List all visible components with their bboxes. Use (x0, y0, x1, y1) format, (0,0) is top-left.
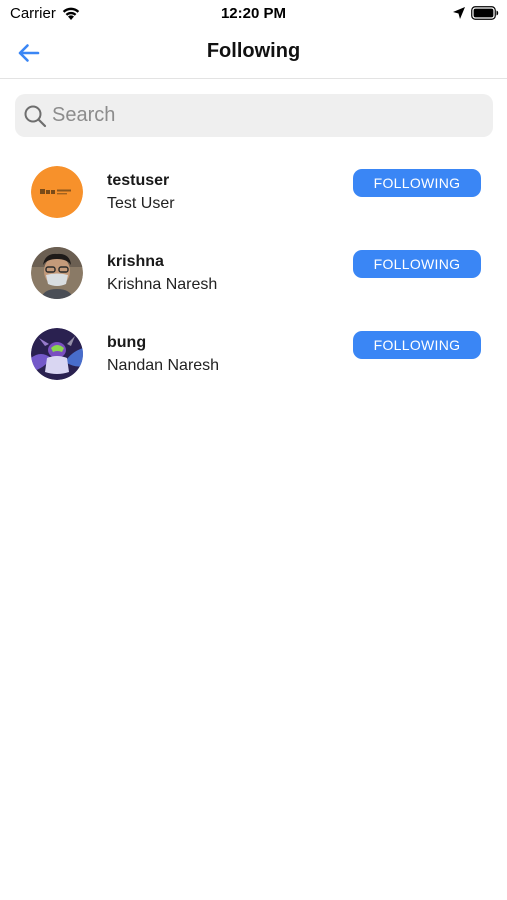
battery-icon (471, 6, 499, 20)
page-title: Following (206, 40, 301, 62)
full-name: Nandan Naresh (107, 357, 220, 374)
search-icon (24, 105, 47, 128)
search-input[interactable] (52, 94, 482, 137)
status-time: 12:20 PM (220, 5, 287, 22)
username: bung (107, 334, 147, 351)
following-list: testuser Test User FOLLOWING krishna Kri… (0, 150, 507, 393)
full-name: Test User (107, 195, 175, 212)
search-bar[interactable] (15, 94, 493, 137)
list-item[interactable]: testuser Test User FOLLOWING (0, 150, 507, 231)
list-item[interactable]: krishna Krishna Naresh FOLLOWING (0, 231, 507, 312)
status-bar: Carrier 12:20 PM (0, 0, 507, 28)
following-button[interactable]: FOLLOWING (353, 169, 481, 197)
nav-bar: Following (0, 28, 507, 79)
orange-logo-avatar[interactable] (31, 166, 83, 218)
photo-avatar-game-character[interactable] (31, 328, 83, 380)
following-button[interactable]: FOLLOWING (353, 250, 481, 278)
username: testuser (107, 172, 170, 189)
photo-avatar-masked-man[interactable] (31, 247, 83, 299)
following-button[interactable]: FOLLOWING (353, 331, 481, 359)
full-name: Krishna Naresh (107, 276, 218, 293)
list-item[interactable]: bung Nandan Naresh FOLLOWING (0, 312, 507, 393)
username: krishna (107, 253, 164, 270)
location-arrow-icon (453, 7, 465, 19)
